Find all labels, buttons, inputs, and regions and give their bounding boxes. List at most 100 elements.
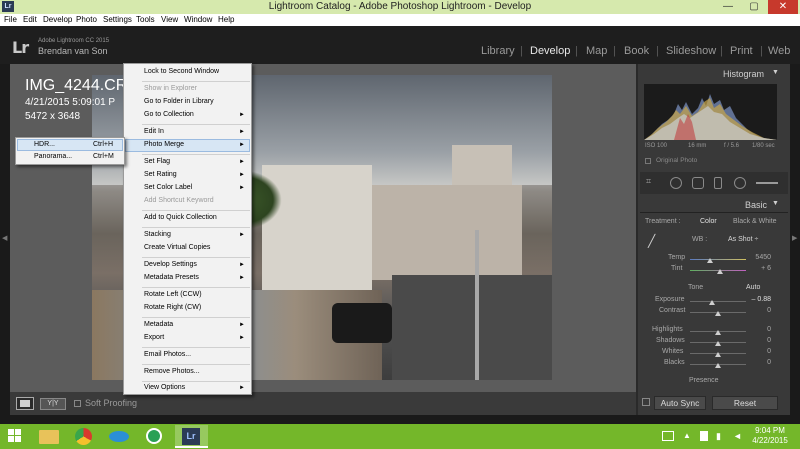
tone-auto-button[interactable]: Auto: [746, 284, 760, 291]
panel-divider: [640, 212, 788, 213]
exposure-value[interactable]: – 0.88: [741, 296, 771, 303]
menu-help[interactable]: Help: [218, 15, 234, 24]
module-slideshow[interactable]: Slideshow: [666, 45, 716, 57]
highlights-value[interactable]: 0: [741, 326, 771, 333]
temp-slider[interactable]: [690, 259, 746, 260]
wb-select[interactable]: As Shot ÷: [728, 236, 758, 243]
module-print[interactable]: Print: [730, 45, 753, 57]
whites-value[interactable]: 0: [741, 348, 771, 355]
crop-tool-icon[interactable]: ⌗: [646, 176, 651, 187]
menu-edit[interactable]: Edit: [23, 15, 37, 24]
temp-slider-knob[interactable]: [707, 258, 713, 263]
menu-item-export[interactable]: Export: [144, 334, 164, 341]
taskbar-app-green[interactable]: [137, 425, 170, 448]
menu-item-rotate-right[interactable]: Rotate Right (CW): [144, 304, 201, 311]
taskbar-chrome[interactable]: [67, 425, 100, 448]
menu-item-view-options[interactable]: View Options: [144, 384, 185, 391]
windows-start-icon[interactable]: [8, 429, 22, 443]
menu-item-go-to-collection[interactable]: Go to Collection: [144, 111, 194, 118]
adjustment-brush-icon[interactable]: [756, 182, 778, 184]
clock-date[interactable]: 4/22/2015: [752, 436, 788, 445]
soft-proofing-checkbox[interactable]: [74, 400, 81, 407]
menu-item-email-photos[interactable]: Email Photos...: [144, 351, 191, 358]
loupe-view-button[interactable]: [16, 397, 34, 410]
menu-item-stacking[interactable]: Stacking: [144, 231, 171, 238]
sync-toggle-switch[interactable]: [642, 398, 650, 406]
clock-time[interactable]: 9:04 PM: [752, 426, 788, 435]
menu-item-develop-settings[interactable]: Develop Settings: [144, 261, 197, 268]
tint-slider-knob[interactable]: [717, 269, 723, 274]
menu-item-rotate-left[interactable]: Rotate Left (CCW): [144, 291, 202, 298]
histogram-collapse-icon[interactable]: ▼: [772, 69, 779, 76]
menu-item-go-to-folder[interactable]: Go to Folder in Library: [144, 98, 214, 105]
menu-develop[interactable]: Develop: [43, 15, 72, 24]
menu-item-metadata[interactable]: Metadata: [144, 321, 173, 328]
network-icon[interactable]: ▮: [716, 431, 728, 441]
minimize-button[interactable]: —: [716, 0, 740, 14]
basic-collapse-icon[interactable]: ▼: [772, 200, 779, 207]
blacks-slider-knob[interactable]: [715, 363, 721, 368]
menu-tools[interactable]: Tools: [136, 15, 155, 24]
menu-view[interactable]: View: [161, 15, 178, 24]
graduated-filter-icon[interactable]: [714, 177, 722, 189]
shadows-value[interactable]: 0: [741, 337, 771, 344]
module-book[interactable]: Book: [624, 45, 649, 57]
menu-item-set-rating[interactable]: Set Rating: [144, 171, 177, 178]
submenu-item-panorama[interactable]: Panorama...: [34, 153, 72, 160]
menu-settings[interactable]: Settings: [103, 15, 132, 24]
spot-removal-tool-icon[interactable]: [670, 177, 682, 189]
module-map[interactable]: Map: [586, 45, 607, 57]
menu-item-lock-second-window[interactable]: Lock to Second Window: [144, 68, 219, 75]
radial-filter-icon[interactable]: [734, 177, 746, 189]
menu-item-photo-merge[interactable]: Photo Merge: [144, 141, 184, 148]
lr-logo: Lr: [12, 38, 29, 57]
treatment-bw-option[interactable]: Black & White: [733, 218, 777, 225]
tint-value[interactable]: + 6: [741, 265, 771, 272]
reset-button[interactable]: Reset: [712, 396, 778, 410]
menu-window[interactable]: Window: [184, 15, 212, 24]
module-web[interactable]: Web: [768, 45, 790, 57]
submenu-item-hdr[interactable]: HDR...: [34, 141, 55, 148]
highlights-slider-knob[interactable]: [715, 330, 721, 335]
up-arrow-icon[interactable]: ▲: [683, 431, 695, 441]
left-panel-toggle[interactable]: ◀: [0, 64, 10, 415]
menu-item-create-virtual-copies[interactable]: Create Virtual Copies: [144, 244, 210, 251]
volume-icon[interactable]: ◄: [733, 431, 745, 441]
exposure-slider-knob[interactable]: [709, 300, 715, 305]
menu-item-metadata-presets[interactable]: Metadata Presets: [144, 274, 199, 281]
auto-sync-button[interactable]: Auto Sync: [654, 396, 706, 410]
red-eye-tool-icon[interactable]: [692, 177, 704, 189]
original-photo-checkbox[interactable]: [645, 158, 651, 164]
module-develop[interactable]: Develop: [530, 45, 570, 57]
taskbar-file-explorer[interactable]: [32, 425, 65, 448]
menu-item-edit-in[interactable]: Edit In: [144, 128, 164, 135]
keyboard-icon[interactable]: [662, 431, 674, 441]
whites-slider-knob[interactable]: [715, 352, 721, 357]
shadows-slider-knob[interactable]: [715, 341, 721, 346]
contrast-value[interactable]: 0: [741, 307, 771, 314]
menu-item-set-flag[interactable]: Set Flag: [144, 158, 170, 165]
basic-panel-title[interactable]: Basic: [745, 200, 767, 210]
module-library[interactable]: Library: [481, 45, 515, 57]
right-panel-toggle[interactable]: ▶: [790, 64, 800, 415]
submenu-arrow-icon: ►: [239, 262, 245, 268]
close-button[interactable]: ✕: [768, 0, 798, 14]
menu-file[interactable]: File: [4, 15, 17, 24]
before-after-button[interactable]: Y|Y: [40, 398, 66, 410]
treatment-color-option[interactable]: Color: [700, 218, 717, 225]
exposure-slider[interactable]: [690, 301, 746, 302]
maximize-button[interactable]: ▢: [742, 0, 766, 14]
contrast-slider-knob[interactable]: [715, 311, 721, 316]
menu-item-set-color-label[interactable]: Set Color Label: [144, 184, 192, 191]
temp-value[interactable]: 5450: [741, 254, 771, 261]
eyedropper-icon[interactable]: ╱: [648, 234, 662, 248]
menu-item-remove-photos[interactable]: Remove Photos...: [144, 368, 200, 375]
taskbar-app-bird[interactable]: [102, 425, 135, 448]
taskbar-lightroom[interactable]: Lr: [175, 425, 208, 448]
histogram-title[interactable]: Histogram: [723, 69, 764, 79]
battery-icon[interactable]: [700, 431, 708, 441]
image-filename: IMG_4244.CR: [25, 77, 128, 94]
blacks-value[interactable]: 0: [741, 359, 771, 366]
menu-item-add-quick-collection[interactable]: Add to Quick Collection: [144, 214, 217, 221]
menu-photo[interactable]: Photo: [76, 15, 97, 24]
